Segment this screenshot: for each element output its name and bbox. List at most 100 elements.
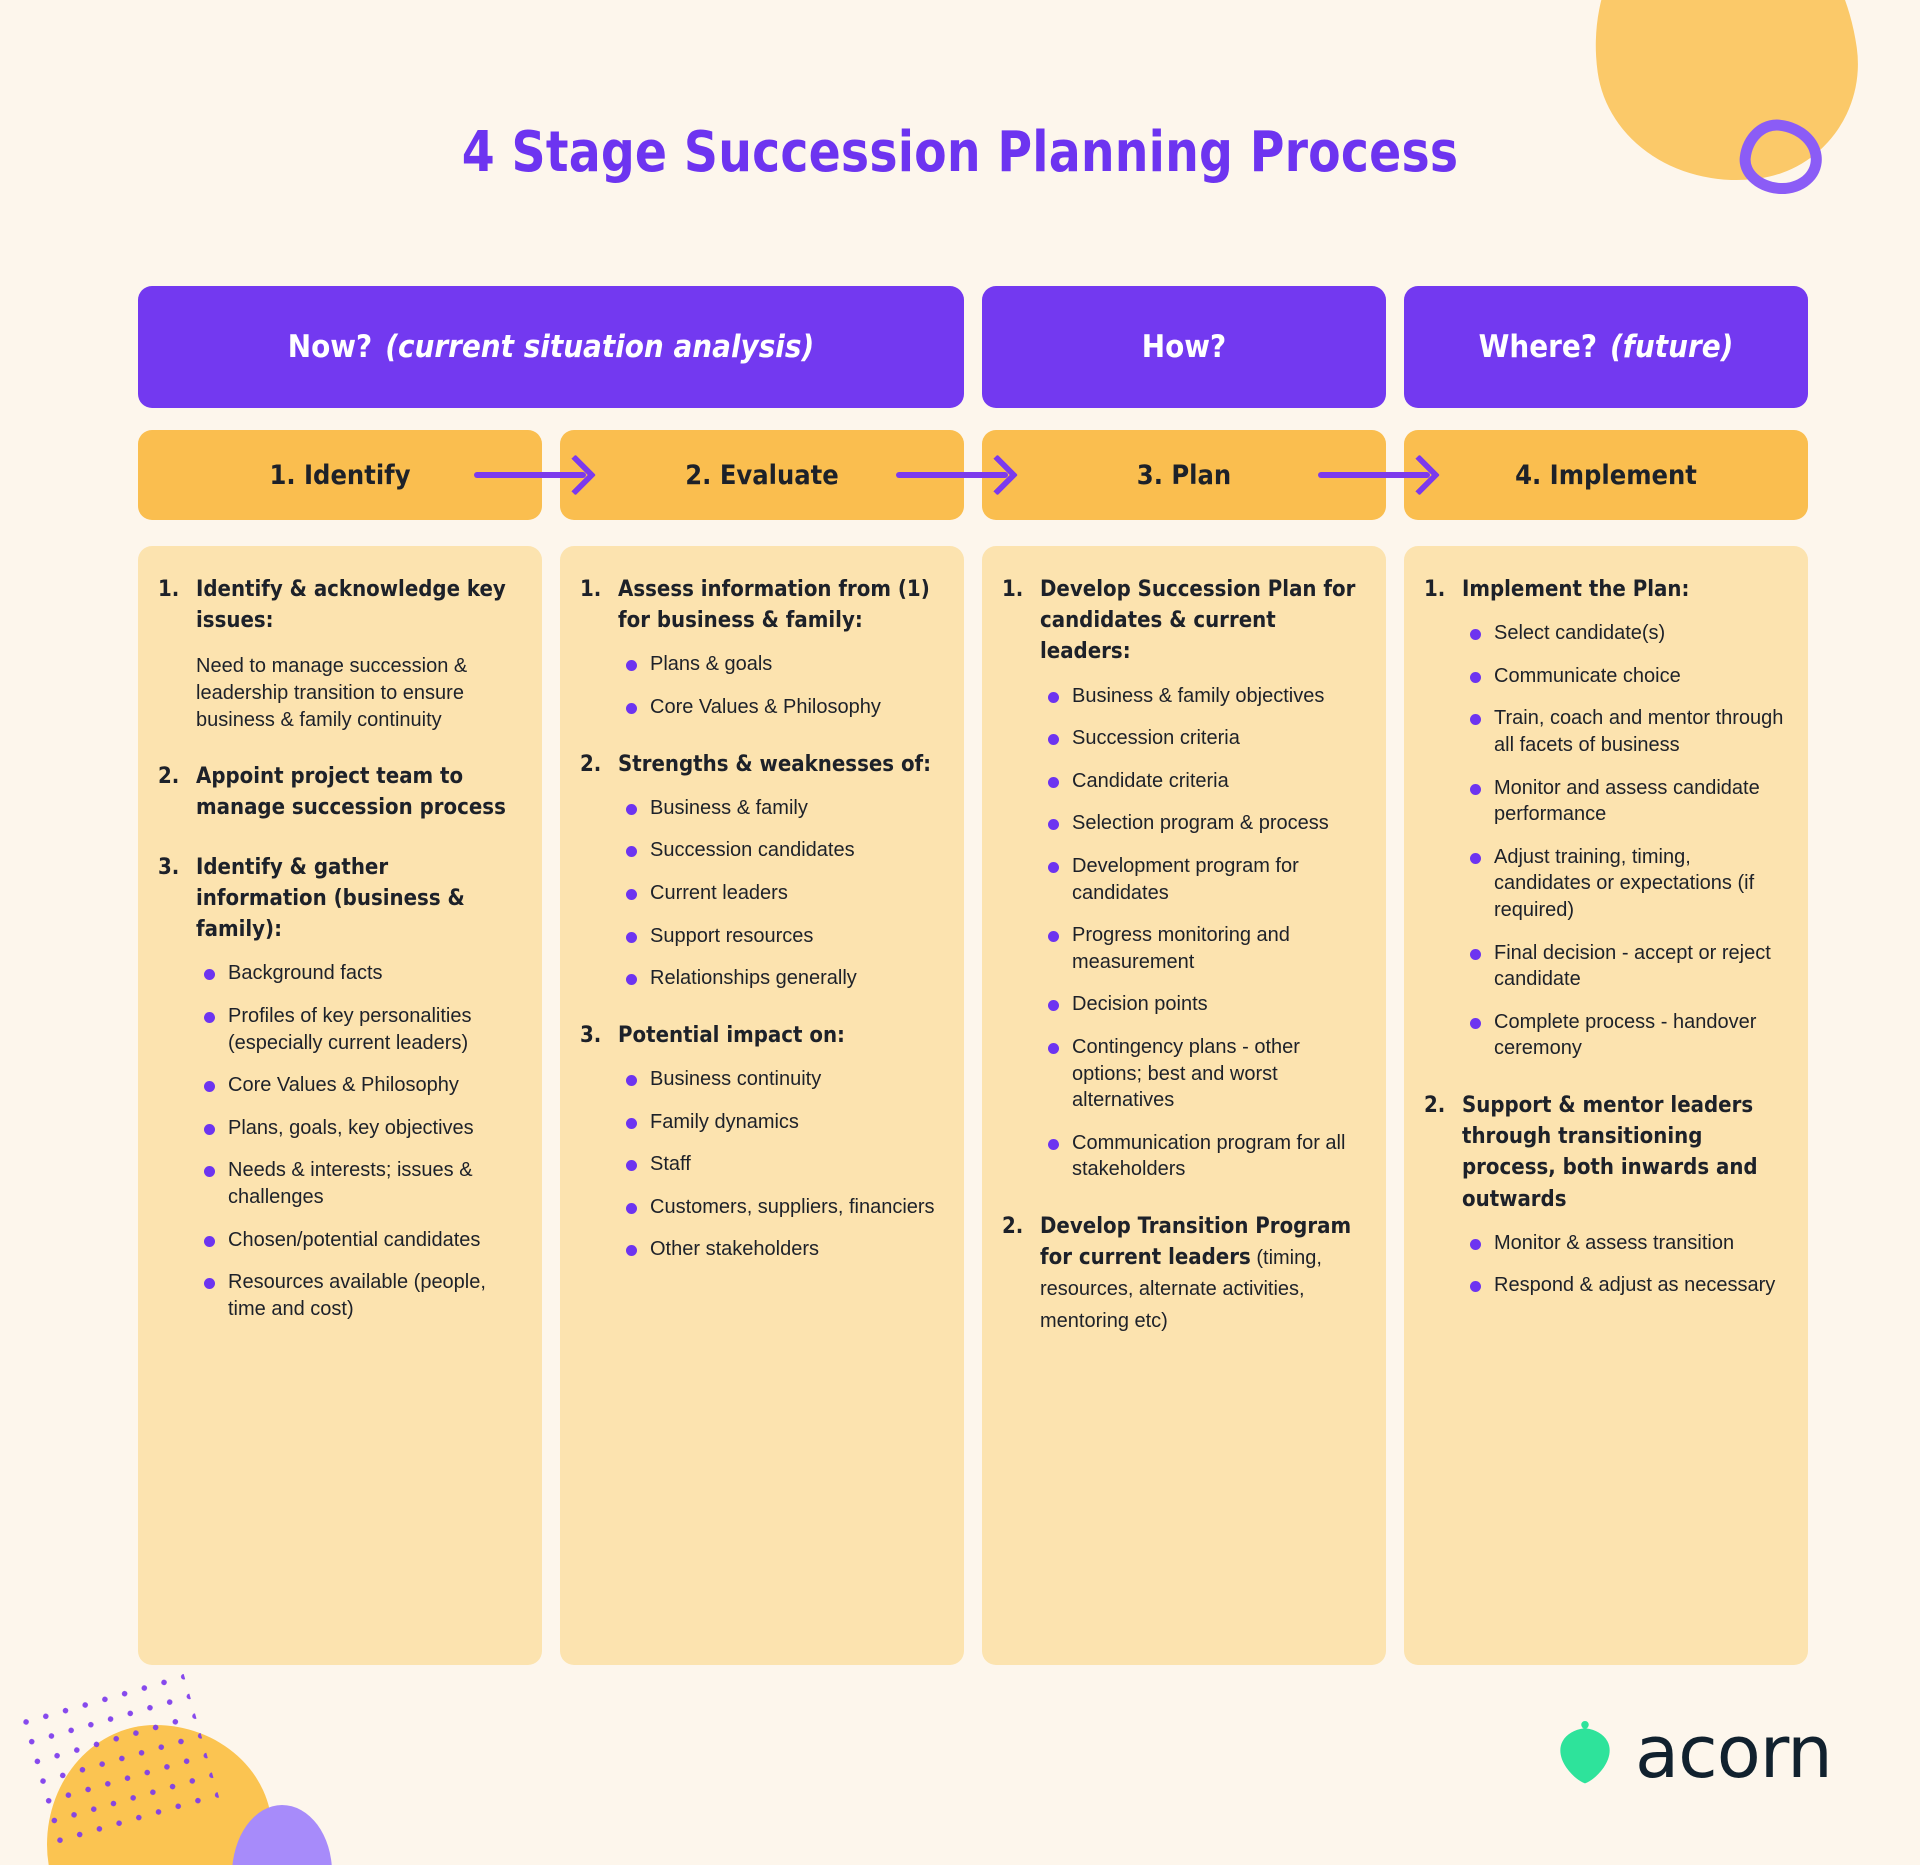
list-item: Background facts [196, 960, 518, 987]
question-banner-how: How? [982, 286, 1386, 408]
bullet-list: Monitor & assess transition Respond & adj… [1462, 1230, 1784, 1299]
numbered-item-body: Develop Succession Plan for candidates &… [1040, 574, 1362, 1183]
list-item: Plans, goals, key objectives [196, 1115, 518, 1142]
numbered-item-body: Develop Transition Program for current l… [1040, 1211, 1362, 1336]
list-item: Monitor & assess transition [1462, 1230, 1784, 1257]
list-item: Respond & adjust as necessary [1462, 1272, 1784, 1299]
question-banner-now: Now? (current situation analysis) [138, 286, 964, 408]
numbered-item-body: Appoint project team to manage successio… [196, 761, 518, 823]
numbered-item: 2. Support & mentor leaders through trans… [1424, 1090, 1784, 1299]
stage-bar-implement[interactable]: 4. Implement [1404, 430, 1808, 520]
numbered-item: 1. Develop Succession Plan for candidates… [1002, 574, 1362, 1183]
numbered-item: 2. Appoint project team to manage success… [158, 761, 518, 823]
question-banner-where-note: (future) [1610, 329, 1734, 365]
numbered-item-heading: Support & mentor leaders through transit… [1462, 1090, 1784, 1215]
list-item: Business & family [618, 795, 940, 822]
list-item: Core Values & Philosophy [618, 694, 940, 721]
numbered-item: 1. Implement the Plan: Select candidate(s)… [1424, 574, 1784, 1062]
list-item: Adjust training, timing, candidates or e… [1462, 844, 1784, 924]
bullet-list: Business continuity Family dynamics Staff C… [618, 1066, 940, 1263]
numbered-item-heading: Develop Transition Program for current l… [1040, 1211, 1362, 1336]
list-item: Monitor and assess candidate performance [1462, 775, 1784, 828]
stage-card-implement: 1. Implement the Plan: Select candidate(s)… [1404, 546, 1808, 1665]
list-item: Relationships generally [618, 965, 940, 992]
numbered-item-heading-bold: Identify & gather information (business … [196, 854, 465, 943]
numbered-item: 1. Assess information from (1) for busine… [580, 574, 940, 721]
decor-purple-blob-bottom [232, 1805, 332, 1865]
list-item: Plans & goals [618, 651, 940, 678]
numbered-item-body: Support & mentor leaders through transit… [1462, 1090, 1784, 1299]
numbered-item: 2. Develop Transition Program for current… [1002, 1211, 1362, 1336]
list-item: Contingency plans - other options; best … [1040, 1034, 1362, 1114]
numbered-item-heading-bold: Potential impact on: [618, 1022, 845, 1048]
numbered-item-marker: 1. [580, 577, 602, 602]
list-item: Decision points [1040, 991, 1362, 1018]
list-item: Needs & interests; issues & challenges [196, 1157, 518, 1210]
bullet-list: Plans & goals Core Values & Philosophy [618, 651, 940, 720]
bullet-list: Background facts Profiles of key personal… [196, 960, 518, 1322]
numbered-item-heading-bold: Implement the Plan: [1462, 577, 1690, 602]
numbered-item: 3. Potential impact on: Business continuit… [580, 1020, 940, 1263]
list-item: Support resources [618, 923, 940, 950]
numbered-item-heading: Assess information from (1) for business… [618, 574, 940, 636]
numbered-item-marker: 2. [1424, 1092, 1446, 1118]
numbered-item-body: Potential impact on: Business continuity F… [618, 1020, 940, 1263]
arrow-right-icon-2 [896, 472, 1008, 478]
question-banner-where-word: Where? [1478, 329, 1598, 365]
decor-orange-blob-bottom-left [47, 1725, 272, 1865]
acorn-icon [1560, 1721, 1610, 1784]
numbered-item-heading: Identify & acknowledge key issues: [196, 574, 518, 636]
list-item: Succession candidates [618, 837, 940, 864]
list-item: Staff [618, 1151, 940, 1178]
numbered-item-marker: 3. [158, 854, 180, 880]
stage-card-evaluate: 1. Assess information from (1) for busine… [560, 546, 964, 1665]
acorn-logo-text: acorn [1635, 1710, 1833, 1794]
page-title: 4 Stage Succession Planning Process [461, 120, 1459, 185]
list-item: Complete process - handover ceremony [1462, 1009, 1784, 1062]
numbered-item-heading: Develop Succession Plan for candidates &… [1040, 574, 1362, 668]
numbered-item: 2. Strengths & weaknesses of: Business & f… [580, 749, 940, 992]
numbered-item-heading-bold: Assess information from (1) for business… [618, 577, 930, 634]
decor-purple-dot-grid [13, 1666, 222, 1855]
numbered-item-marker: 1. [158, 577, 180, 602]
list-item: Business & family objectives [1040, 683, 1362, 710]
list-item: Family dynamics [618, 1109, 940, 1136]
numbered-item-body: Implement the Plan: Select candidate(s) Co… [1462, 574, 1784, 1062]
numbered-item-paragraph: Need to manage succession & leadership t… [196, 655, 468, 731]
numbered-item-heading-bold: Identify & acknowledge key issues: [196, 577, 506, 634]
numbered-item-heading: Implement the Plan: [1462, 574, 1784, 605]
list-item: Progress monitoring and measurement [1040, 922, 1362, 975]
numbered-item-marker: 2. [158, 764, 180, 790]
stage-card-plan: 1. Develop Succession Plan for candidates… [982, 546, 1386, 1665]
numbered-item-body: Assess information from (1) for business… [618, 574, 940, 721]
list-item: Customers, suppliers, financiers [618, 1194, 940, 1221]
list-item: Current leaders [618, 880, 940, 907]
numbered-item-marker: 1. [1002, 577, 1024, 602]
numbered-item-marker: 2. [580, 751, 602, 777]
list-item: Communicate choice [1462, 663, 1784, 690]
acorn-logo: acorn [1557, 1710, 1833, 1794]
list-item: Other stakeholders [618, 1236, 940, 1263]
numbered-item-heading: Strengths & weaknesses of: [618, 749, 940, 780]
numbered-item-heading-bold: Develop Succession Plan for candidates &… [1040, 577, 1356, 665]
question-banner-now-word: Now? [287, 329, 373, 365]
list-item: Development program for candidates [1040, 853, 1362, 906]
list-item: Selection program & process [1040, 810, 1362, 837]
question-banner-how-word: How? [1141, 329, 1227, 365]
bullet-list: Business & family Succession candidates Cu… [618, 795, 940, 992]
numbered-item-heading: Appoint project team to manage successio… [196, 761, 518, 823]
numbered-item-heading: Identify & gather information (business … [196, 852, 518, 946]
bullet-list: Select candidate(s) Communicate choice Tra… [1462, 620, 1784, 1062]
numbered-item-heading-bold: Appoint project team to manage successio… [196, 764, 506, 821]
question-banner-where: Where? (future) [1404, 286, 1808, 408]
numbered-item-body: Strengths & weaknesses of: Business & fam… [618, 749, 940, 992]
numbered-item: 1. Identify & acknowledge key issues: Need… [158, 574, 518, 733]
numbered-item: 3. Identify & gather information (busines… [158, 852, 518, 1323]
list-item: Chosen/potential candidates [196, 1227, 518, 1254]
list-item: Train, coach and mentor through all face… [1462, 705, 1784, 758]
list-item: Profiles of key personalities (especiall… [196, 1003, 518, 1056]
numbered-item-marker: 2. [1002, 1214, 1024, 1240]
infographic-page: 4 Stage Succession Planning Process Now?… [0, 0, 1920, 1865]
arrow-right-icon-3 [1318, 472, 1430, 478]
stage-card-identify: 1. Identify & acknowledge key issues: Need… [138, 546, 542, 1665]
